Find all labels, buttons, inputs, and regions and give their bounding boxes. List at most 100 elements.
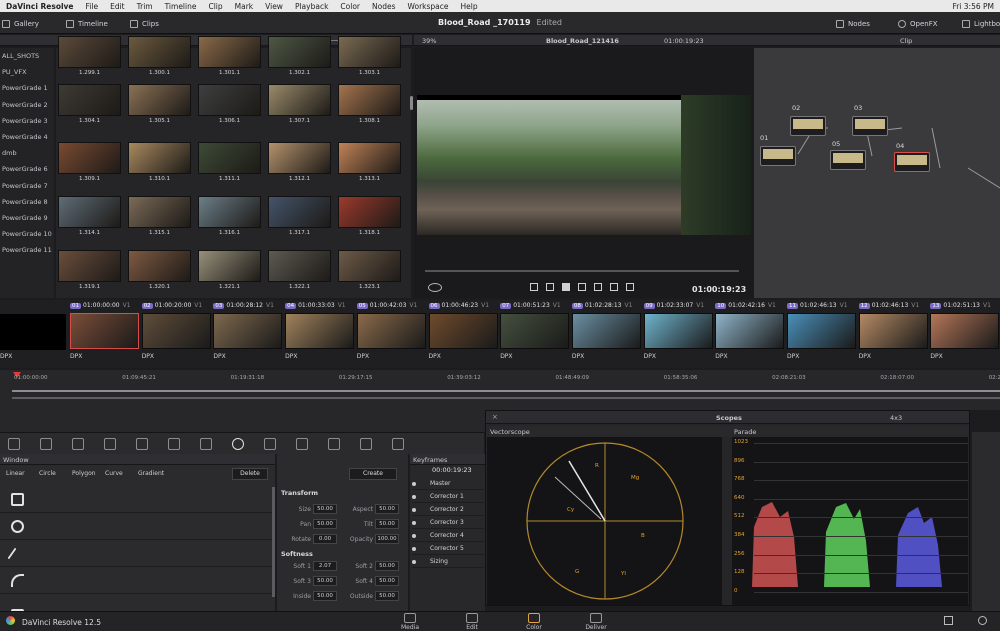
opacity-field[interactable]: 100.00 — [375, 534, 399, 544]
step-forward-icon[interactable] — [594, 283, 602, 291]
soft1-field[interactable]: 2.07 — [313, 561, 337, 571]
keyframe-row[interactable]: Corrector 2 — [412, 504, 484, 516]
still-thumbnail[interactable]: 1.312.1 — [268, 142, 331, 182]
menu-item-timeline[interactable]: Timeline — [165, 2, 197, 11]
clip-thumbnail[interactable] — [70, 313, 139, 349]
aspect-field[interactable]: 50.00 — [375, 504, 399, 514]
still-thumbnail[interactable]: 1.318.1 — [338, 196, 401, 236]
clip-thumbnail[interactable] — [213, 313, 283, 349]
viewer-scrubber[interactable] — [425, 270, 739, 272]
menu-item-mark[interactable]: Mark — [235, 2, 254, 11]
soft2-field[interactable]: 50.00 — [375, 561, 399, 571]
clip-thumbnail[interactable] — [643, 313, 713, 349]
delete-window-button[interactable]: Delete — [232, 468, 268, 480]
still-thumbnail[interactable]: 1.322.1 — [268, 250, 331, 290]
gallery-scrollbar[interactable] — [410, 96, 413, 110]
loop-icon[interactable] — [626, 283, 634, 291]
play-icon[interactable] — [578, 283, 586, 291]
album-item[interactable]: PowerGrade 10 — [0, 226, 54, 242]
album-item[interactable]: PowerGrade 6 — [0, 161, 54, 177]
clip-thumbnail[interactable] — [285, 313, 355, 349]
window-tool-icon[interactable] — [232, 438, 244, 450]
still-thumbnail[interactable]: 1.315.1 — [128, 196, 191, 236]
window-tool-curve[interactable]: Curve — [105, 470, 123, 477]
skip-forward-icon[interactable] — [610, 283, 618, 291]
still-thumbnail[interactable]: 1.323.1 — [338, 250, 401, 290]
album-item[interactable]: PowerGrade 1 — [0, 80, 54, 96]
menu-item-view[interactable]: View — [265, 2, 283, 11]
inside-field[interactable]: 50.00 — [313, 591, 337, 601]
menu-item-trim[interactable]: Trim — [137, 2, 153, 11]
color-node[interactable] — [790, 116, 826, 136]
clip-thumbnail[interactable] — [356, 313, 426, 349]
window-row-circle[interactable] — [0, 514, 275, 540]
still-thumbnail[interactable]: 1.309.1 — [58, 142, 121, 182]
soft3-field[interactable]: 50.00 — [313, 576, 337, 586]
viewer-zoom[interactable]: 39% — [422, 37, 436, 45]
still-thumbnail[interactable]: 1.310.1 — [128, 142, 191, 182]
page-tab-color[interactable]: Color — [514, 613, 554, 631]
album-item[interactable]: dmb — [0, 145, 54, 161]
album-item[interactable]: PowerGrade 8 — [0, 194, 54, 210]
openfx-button[interactable]: OpenFX — [898, 17, 938, 30]
still-thumbnail[interactable]: 1.302.1 — [268, 36, 331, 76]
album-item[interactable]: PowerGrade 7 — [0, 178, 54, 194]
color-node[interactable] — [894, 152, 930, 172]
clip-thumbnail[interactable] — [715, 313, 785, 349]
curves-tool-icon[interactable] — [168, 438, 180, 450]
3d-tool-icon[interactable] — [392, 438, 404, 450]
keyframe-row[interactable]: Corrector 1 — [412, 491, 484, 503]
still-thumbnail[interactable]: 1.301.1 — [198, 36, 261, 76]
window-tool-gradient[interactable]: Gradient — [138, 470, 164, 477]
album-item[interactable]: PowerGrade 11 — [0, 242, 54, 258]
soft4-field[interactable]: 50.00 — [375, 576, 399, 586]
menu-item-file[interactable]: File — [86, 2, 99, 11]
album-item[interactable]: PowerGrade 2 — [0, 97, 54, 113]
close-icon[interactable]: × — [492, 413, 498, 421]
color-node[interactable] — [760, 146, 796, 166]
keyframe-row[interactable]: Sizing — [412, 556, 484, 568]
parade-select[interactable]: Parade — [734, 428, 756, 436]
camera-tool-icon[interactable] — [8, 438, 20, 450]
still-thumbnail[interactable]: 1.304.1 — [58, 84, 121, 124]
qualifier-tool-icon[interactable] — [200, 438, 212, 450]
skip-back-icon[interactable] — [530, 283, 538, 291]
tracker-tool-icon[interactable] — [264, 438, 276, 450]
color-node[interactable] — [830, 150, 866, 170]
menu-item-nodes[interactable]: Nodes — [372, 2, 395, 11]
menu-item-playback[interactable]: Playback — [295, 2, 328, 11]
window-tool-linear[interactable]: Linear — [6, 470, 25, 477]
still-thumbnail[interactable]: 1.319.1 — [58, 250, 121, 290]
menu-item-workspace[interactable]: Workspace — [408, 2, 449, 11]
scopes-layout-select[interactable]: 4x3 — [890, 414, 902, 422]
still-thumbnail[interactable]: 1.306.1 — [198, 84, 261, 124]
vectorscope-select[interactable]: Vectorscope — [490, 428, 530, 436]
still-thumbnail[interactable]: 1.308.1 — [338, 84, 401, 124]
node-mode-select[interactable]: Clip — [900, 37, 912, 45]
pan-field[interactable]: 50.00 — [313, 519, 337, 529]
page-tab-deliver[interactable]: Deliver — [576, 613, 616, 631]
still-thumbnail[interactable]: 1.300.1 — [128, 36, 191, 76]
tilt-field[interactable]: 50.00 — [375, 519, 399, 529]
still-thumbnail[interactable]: 1.314.1 — [58, 196, 121, 236]
nodes-button[interactable]: Nodes — [836, 17, 870, 30]
still-thumbnail[interactable]: 1.321.1 — [198, 250, 261, 290]
album-item[interactable]: PowerGrade 4 — [0, 129, 54, 145]
size-field[interactable]: 50.00 — [313, 504, 337, 514]
still-thumbnail[interactable]: 1.299.1 — [58, 36, 121, 76]
still-thumbnail[interactable]: 1.317.1 — [268, 196, 331, 236]
create-window-button[interactable]: Create — [349, 468, 397, 480]
clip-thumbnail[interactable] — [787, 313, 856, 349]
sizing-tool-icon[interactable] — [360, 438, 372, 450]
clip-thumbnail[interactable] — [500, 313, 570, 349]
window-row-linear[interactable] — [0, 487, 275, 513]
page-tab-media[interactable]: Media — [390, 613, 430, 631]
menu-app-name[interactable]: DaVinci Resolve — [6, 2, 74, 11]
key-tool-icon[interactable] — [328, 438, 340, 450]
color-wheels-tool-icon[interactable] — [72, 438, 84, 450]
stop-icon[interactable] — [562, 283, 570, 291]
blur-tool-icon[interactable] — [296, 438, 308, 450]
still-thumbnail[interactable]: 1.303.1 — [338, 36, 401, 76]
window-row-curve[interactable] — [0, 568, 275, 594]
album-item[interactable]: PU_VFX — [0, 64, 54, 80]
